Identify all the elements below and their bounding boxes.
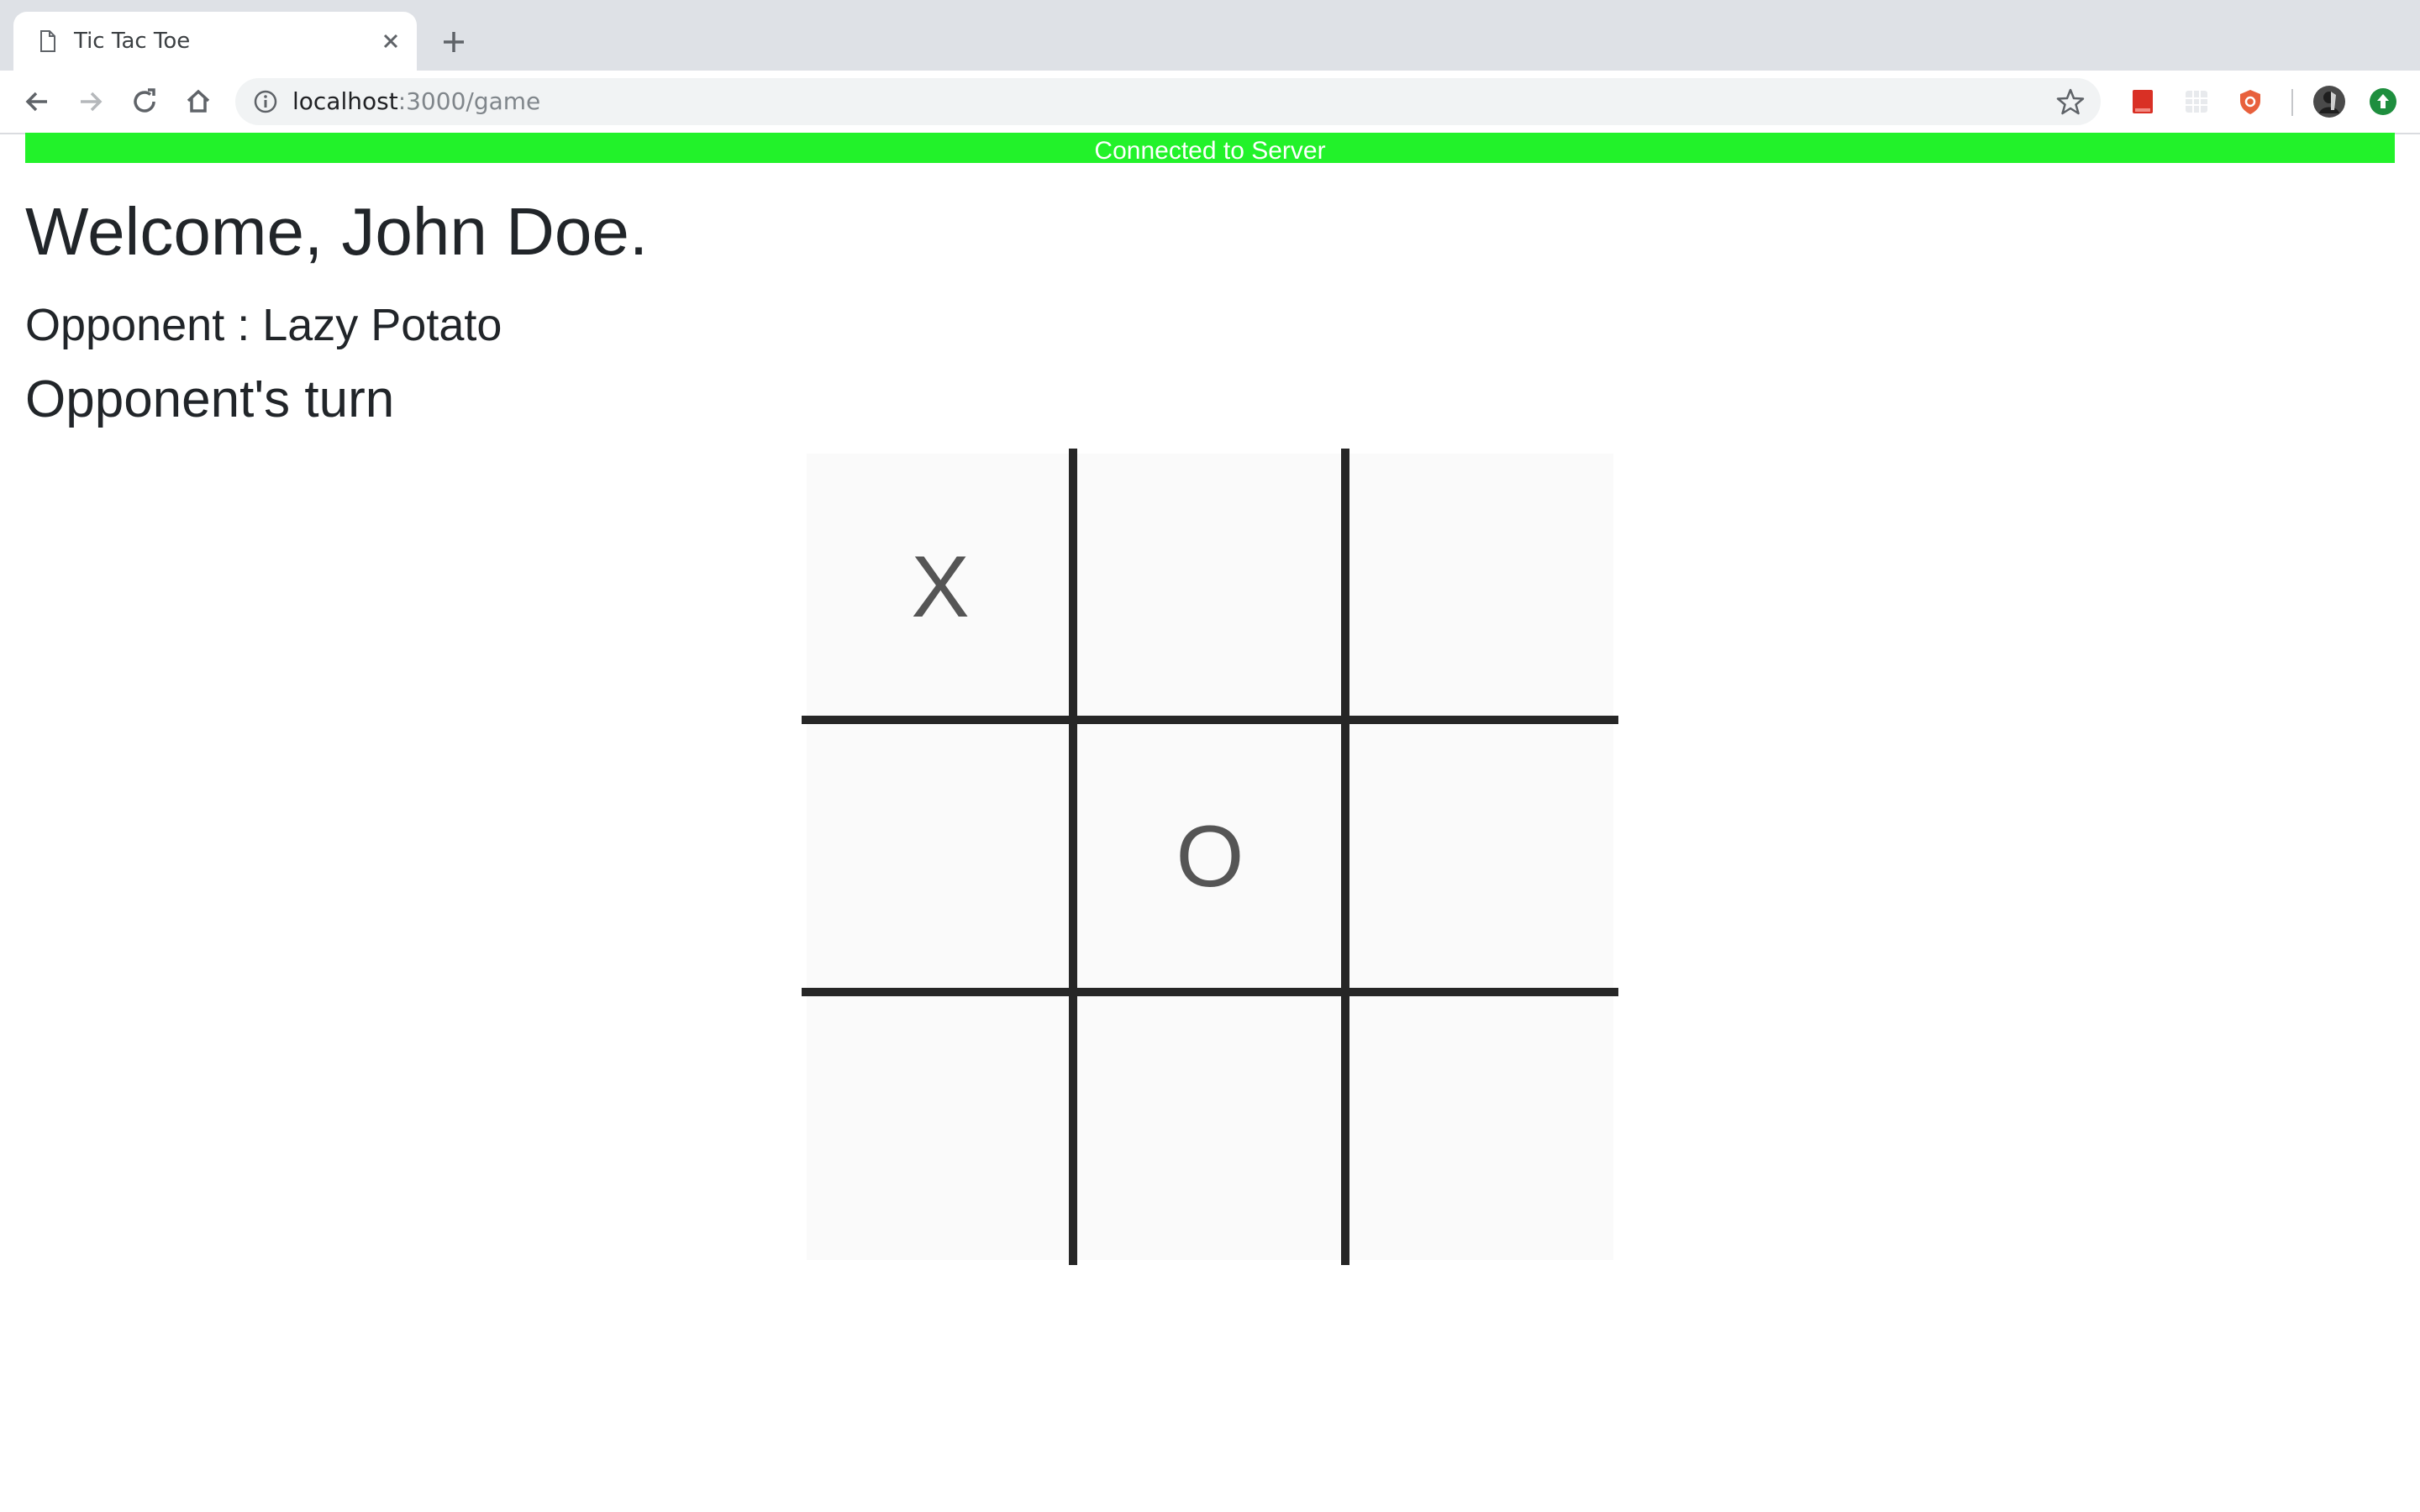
toolbar-separator	[2291, 89, 2293, 116]
url-path: :3000/game	[397, 87, 541, 115]
browser-toolbar: localhost:3000/game	[0, 71, 2420, 134]
bookmark-extension-icon[interactable]	[2128, 87, 2158, 117]
avatar[interactable]	[2312, 85, 2346, 118]
board-cell[interactable]	[1346, 993, 1613, 1260]
turn-indicator: Opponent's turn	[25, 370, 395, 428]
board-cell[interactable]: O	[1076, 723, 1344, 990]
grid-line	[1341, 449, 1349, 1265]
grid-extension-icon[interactable]	[2181, 87, 2212, 117]
board-cell[interactable]	[1346, 454, 1613, 721]
connection-status-bar: Connected to Server	[25, 133, 2395, 163]
browser-tab[interactable]: Tic Tac Toe	[13, 12, 417, 71]
tab-strip: Tic Tac Toe	[0, 0, 2420, 71]
close-tab-icon[interactable]	[376, 27, 405, 55]
document-icon	[40, 30, 55, 52]
bookmark-star-icon[interactable]	[2055, 87, 2086, 117]
url-text[interactable]: localhost:3000/game	[292, 87, 540, 117]
board-cell[interactable]	[807, 993, 1074, 1260]
board-cell[interactable]	[1076, 454, 1344, 721]
update-icon[interactable]	[2368, 87, 2398, 117]
url-host: localhost	[292, 87, 398, 115]
opponent-label: Opponent : Lazy Potato	[25, 300, 502, 350]
board-cell[interactable]	[807, 723, 1074, 990]
board-cell[interactable]: X	[807, 454, 1074, 721]
game-board: X O	[802, 449, 1618, 1265]
forward-icon[interactable]	[74, 85, 108, 118]
new-tab-icon[interactable]	[437, 25, 471, 59]
reload-icon[interactable]	[128, 85, 161, 118]
info-icon[interactable]	[252, 88, 279, 115]
grid-line	[1069, 449, 1077, 1265]
shield-extension-icon[interactable]	[2235, 87, 2265, 117]
back-icon[interactable]	[20, 85, 54, 118]
welcome-heading: Welcome, John Doe.	[25, 194, 649, 269]
home-icon[interactable]	[182, 85, 215, 118]
board-cell[interactable]	[1076, 993, 1344, 1260]
grid-line	[802, 988, 1618, 996]
board-cell[interactable]	[1346, 723, 1613, 990]
grid-line	[802, 716, 1618, 724]
address-bar[interactable]: localhost:3000/game	[235, 78, 2101, 125]
tab-title: Tic Tac Toe	[74, 29, 191, 54]
